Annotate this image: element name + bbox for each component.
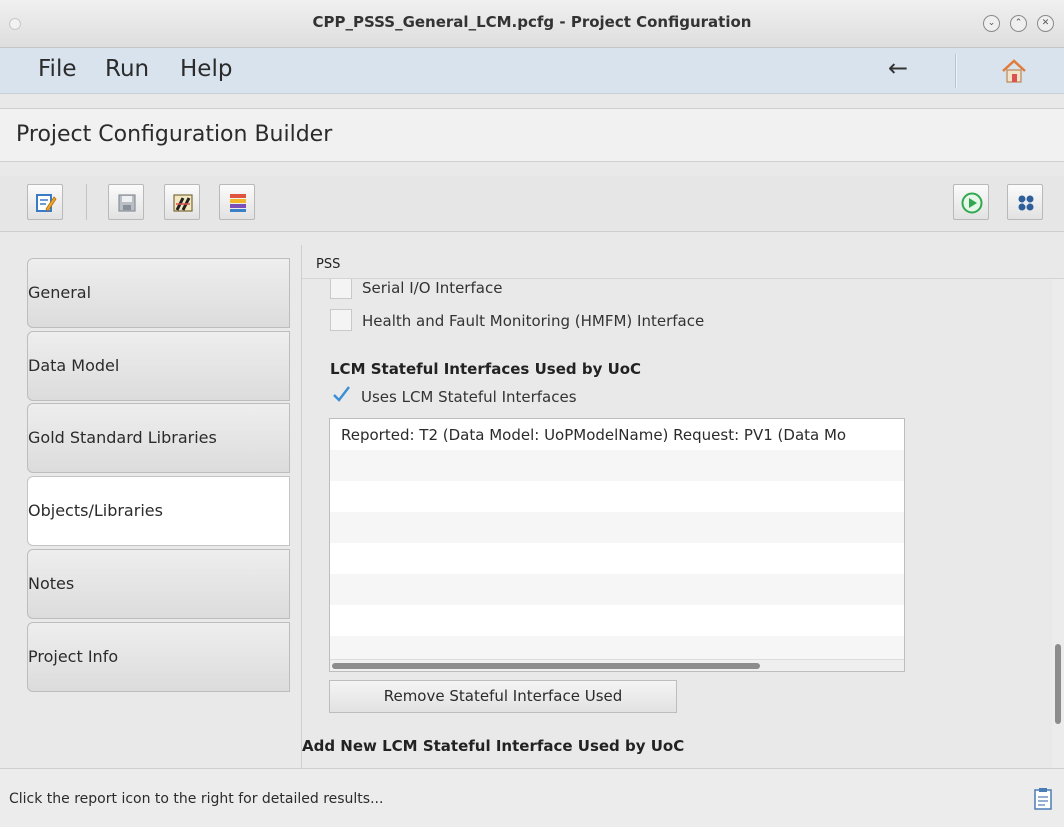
list-row-empty	[330, 636, 904, 659]
close-icon[interactable]: ✕	[1037, 15, 1054, 32]
validate-button[interactable]	[164, 184, 200, 220]
save-icon	[118, 194, 136, 212]
sidebar: General Data Model Gold Standard Librari…	[0, 245, 300, 768]
tab-label: Gold Standard Libraries	[28, 428, 217, 447]
scroll-content: Serial I/O Interface Health and Fault Mo…	[302, 279, 1052, 768]
tab-label: Data Model	[28, 356, 120, 375]
run-icon	[961, 192, 983, 214]
horizontal-scrollbar[interactable]	[330, 659, 904, 671]
toolbar	[0, 176, 1064, 232]
menu-help[interactable]: Help	[180, 56, 232, 82]
vertical-scroll-thumb[interactable]	[1055, 644, 1061, 724]
status-bar: Click the report icon to the right for d…	[0, 768, 1064, 827]
serial-io-checkbox[interactable]	[330, 279, 352, 299]
main-panel: PSS Serial I/O Interface Health and Faul…	[301, 245, 1064, 768]
list-item-text: Reported: T2 (Data Model: UoPModelName) …	[341, 426, 847, 444]
uses-stateful-checkbox[interactable]	[330, 383, 352, 405]
vertical-scrollbar[interactable]	[1052, 279, 1064, 768]
panel-title: PSS	[316, 257, 341, 272]
list-row-empty	[330, 450, 904, 481]
edit-button[interactable]	[27, 184, 63, 220]
toolbar-separator	[86, 184, 87, 220]
tab-project-info[interactable]: Project Info	[27, 622, 290, 692]
list-row-empty	[330, 543, 904, 574]
tab-label: Objects/Libraries	[28, 501, 163, 520]
menu-run[interactable]: Run	[105, 56, 149, 82]
list-row-empty	[330, 481, 904, 512]
back-arrow-icon[interactable]: ←	[888, 54, 908, 82]
edit-icon	[36, 194, 57, 212]
list-item[interactable]: Reported: T2 (Data Model: UoPModelName) …	[330, 419, 904, 450]
tab-gold-standard-libraries[interactable]: Gold Standard Libraries	[27, 403, 290, 473]
window-title: CPP_PSSS_General_LCM.pcfg - Project Conf…	[312, 13, 752, 31]
maximize-icon[interactable]: ⌃	[1010, 15, 1027, 32]
builder-header: Project Configuration Builder	[0, 108, 1064, 162]
list-row-empty	[330, 512, 904, 543]
hmfm-label: Health and Fault Monitoring (HMFM) Inter…	[362, 312, 705, 330]
minimize-icon[interactable]: ⌄	[983, 15, 1000, 32]
save-button[interactable]	[108, 184, 144, 220]
title-bar: CPP_PSSS_General_LCM.pcfg - Project Conf…	[0, 0, 1064, 48]
menu-bar: File Run Help ←	[0, 48, 1064, 94]
home-icon[interactable]	[1000, 58, 1028, 84]
tab-objects-libraries[interactable]: Objects/Libraries	[27, 476, 290, 546]
serial-io-label: Serial I/O Interface	[362, 279, 503, 297]
menu-file[interactable]: File	[38, 56, 77, 82]
library-button[interactable]	[219, 184, 255, 220]
library-icon	[230, 194, 246, 212]
tab-label: General	[28, 283, 92, 302]
settings-button[interactable]	[1007, 184, 1043, 220]
horizontal-scroll-thumb[interactable]	[332, 663, 760, 669]
hmfm-checkbox[interactable]	[330, 309, 352, 331]
tab-notes[interactable]: Notes	[27, 549, 290, 619]
add-stateful-section-title: Add New LCM Stateful Interface Used by U…	[302, 737, 685, 755]
panel-header: PSS	[302, 245, 1064, 279]
tab-general[interactable]: General	[27, 258, 290, 328]
uses-stateful-label: Uses LCM Stateful Interfaces	[361, 388, 577, 406]
tab-data-model[interactable]: Data Model	[27, 331, 290, 401]
run-button[interactable]	[953, 184, 989, 220]
validate-icon	[173, 194, 193, 212]
list-row-empty	[330, 574, 904, 605]
settings-icon	[1018, 195, 1034, 211]
tab-label: Notes	[28, 574, 75, 593]
status-text: Click the report icon to the right for d…	[9, 791, 384, 807]
tab-label: Project Info	[28, 647, 119, 666]
stateful-section-title: LCM Stateful Interfaces Used by UoC	[330, 360, 642, 378]
list-row-empty	[330, 605, 904, 636]
stateful-interface-list[interactable]: Reported: T2 (Data Model: UoPModelName) …	[329, 418, 905, 672]
menu-separator	[955, 54, 957, 88]
remove-stateful-interface-button[interactable]: Remove Stateful Interface Used	[329, 680, 677, 713]
report-icon[interactable]	[1033, 787, 1053, 811]
builder-title: Project Configuration Builder	[16, 122, 333, 147]
